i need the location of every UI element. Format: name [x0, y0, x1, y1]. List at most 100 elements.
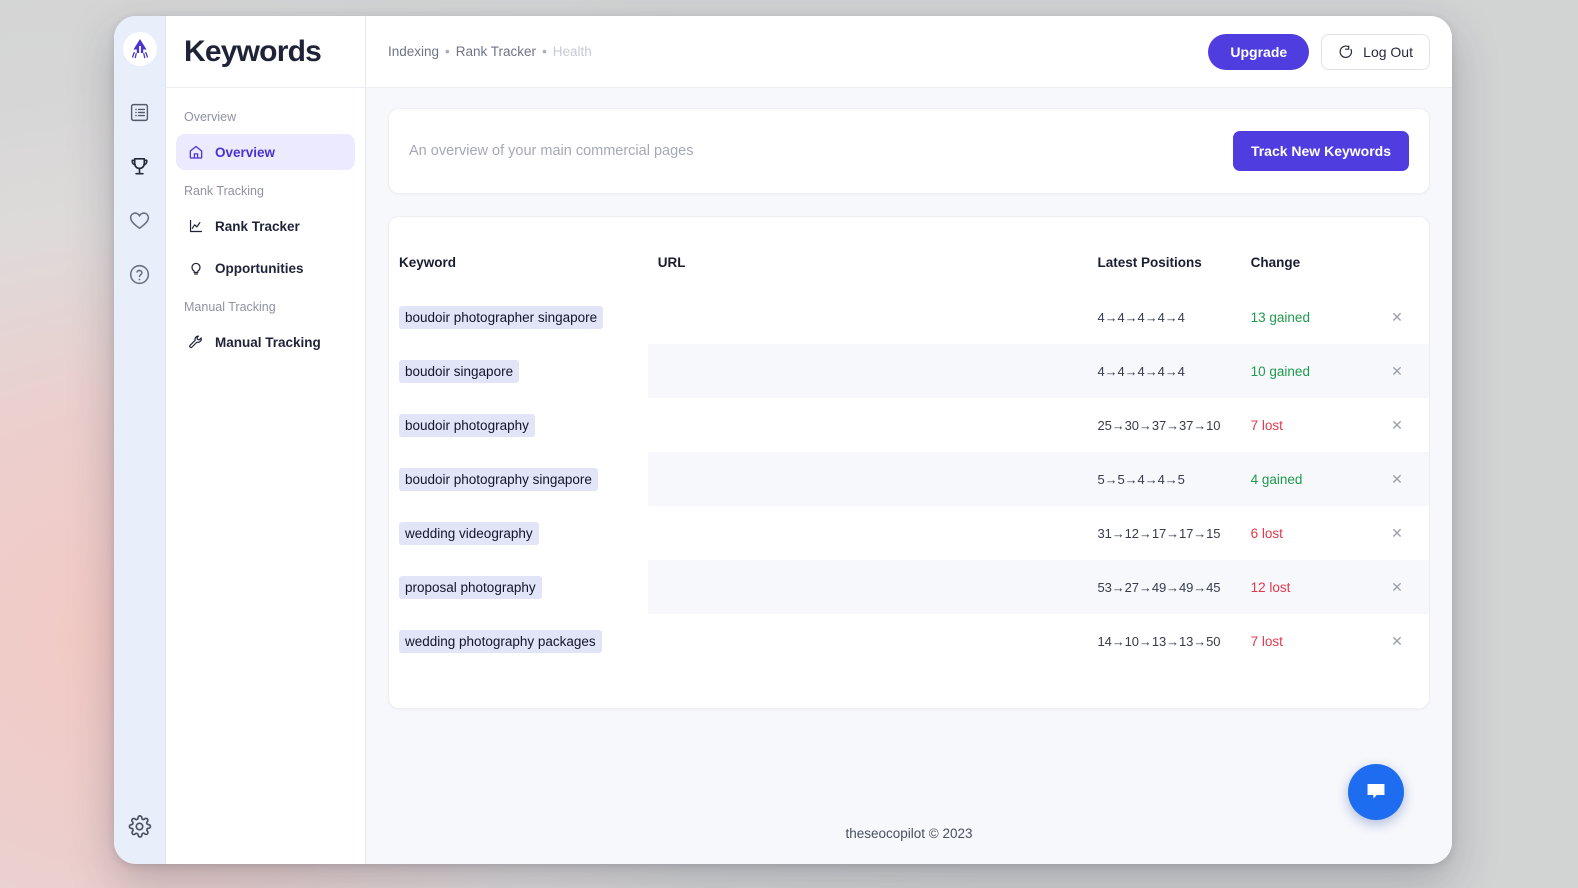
column-header-url: URL — [648, 233, 1088, 290]
cell-keyword: wedding videography — [389, 506, 648, 560]
sidebar-item-label: Overview — [215, 145, 275, 160]
wrench-icon — [188, 334, 204, 350]
breadcrumb: Indexing • Rank Tracker • Health — [388, 44, 592, 59]
cell-url — [648, 506, 1088, 560]
keyword-chip[interactable]: wedding videography — [399, 522, 539, 545]
sidebar-item-overview[interactable]: Overview — [176, 134, 355, 170]
column-header-change: Change — [1241, 233, 1376, 290]
cell-change: 13 gained — [1241, 290, 1376, 344]
keyword-chip[interactable]: boudoir singapore — [399, 360, 519, 383]
nav-section-label-manual-tracking: Manual Tracking — [176, 292, 355, 324]
cell-keyword: boudoir singapore — [389, 344, 648, 398]
cell-latest-positions: 31→12→17→17→15 — [1088, 506, 1241, 560]
keyword-chip[interactable]: wedding photography packages — [399, 630, 602, 653]
remove-keyword-button[interactable]: ✕ — [1385, 416, 1409, 434]
footer: theseocopilot © 2023 — [366, 802, 1452, 864]
cell-latest-positions: 5→5→4→4→5 — [1088, 452, 1241, 506]
logout-button-label: Log Out — [1363, 44, 1413, 60]
breadcrumb-item-health[interactable]: Health — [553, 44, 592, 59]
table-row: boudoir photography singapore 5→5→4→4→54 … — [389, 452, 1429, 506]
cell-keyword: wedding photography packages — [389, 614, 648, 668]
cell-change: 4 gained — [1241, 452, 1376, 506]
remove-keyword-button[interactable]: ✕ — [1385, 470, 1409, 488]
keyword-chip[interactable]: boudoir photographer singapore — [399, 306, 603, 329]
overview-card: An overview of your main commercial page… — [388, 108, 1430, 194]
breadcrumb-separator: • — [445, 44, 450, 59]
breadcrumb-item-rank-tracker[interactable]: Rank Tracker — [456, 44, 536, 59]
heart-icon[interactable] — [118, 198, 162, 242]
nav-section-label-rank-tracking: Rank Tracking — [176, 176, 355, 208]
sidebar-item-manual-tracking[interactable]: Manual Tracking — [176, 324, 355, 360]
cell-url — [648, 344, 1088, 398]
cell-url — [648, 614, 1088, 668]
sidebar-item-opportunities[interactable]: Opportunities — [176, 250, 355, 286]
upgrade-button[interactable]: Upgrade — [1208, 34, 1309, 70]
cell-latest-positions: 14→10→13→13→50 — [1088, 614, 1241, 668]
breadcrumb-item-indexing[interactable]: Indexing — [388, 44, 439, 59]
cell-url — [648, 560, 1088, 614]
cell-url — [648, 290, 1088, 344]
cell-actions: ✕ — [1375, 560, 1429, 614]
cell-change: 7 lost — [1241, 614, 1376, 668]
cell-keyword: proposal photography — [389, 560, 648, 614]
cell-keyword: boudoir photography — [389, 398, 648, 452]
track-new-keywords-button[interactable]: Track New Keywords — [1233, 131, 1409, 171]
cell-url — [648, 452, 1088, 506]
chat-bubble-button[interactable] — [1348, 764, 1404, 820]
table-body: boudoir photographer singapore 4→4→4→4→4 1… — [389, 290, 1429, 668]
cell-change: 6 lost — [1241, 506, 1376, 560]
cell-actions: ✕ — [1375, 398, 1429, 452]
icon-rail — [114, 16, 166, 864]
keywords-table-card: Keyword URL Latest Positions Change boud… — [388, 216, 1430, 709]
remove-keyword-button[interactable]: ✕ — [1385, 308, 1409, 326]
cell-actions: ✕ — [1375, 452, 1429, 506]
table-row: boudoir photographer singapore 4→4→4→4→4 1… — [389, 290, 1429, 344]
remove-keyword-button[interactable]: ✕ — [1385, 632, 1409, 650]
remove-keyword-button[interactable]: ✕ — [1385, 524, 1409, 542]
lightbulb-icon — [188, 260, 204, 276]
indexing-icon[interactable] — [118, 90, 162, 134]
main-column: Indexing • Rank Tracker • Health Upgrade… — [366, 16, 1452, 864]
table-row: wedding photography packages 14→10→13→13→… — [389, 614, 1429, 668]
column-header-keyword: Keyword — [389, 233, 648, 290]
change-badge: 7 lost — [1251, 634, 1283, 649]
keyword-chip[interactable]: proposal photography — [399, 576, 542, 599]
sidebar-item-label: Manual Tracking — [215, 335, 321, 350]
keyword-chip[interactable]: boudoir photography — [399, 414, 535, 437]
table-row: boudoir photography 25→30→37→37→107 lost ✕ — [389, 398, 1429, 452]
logout-button[interactable]: Log Out — [1321, 34, 1430, 70]
page-title: Keywords — [184, 35, 321, 69]
trophy-icon[interactable] — [118, 144, 162, 188]
keyword-chip[interactable]: boudoir photography singapore — [399, 468, 598, 491]
gear-icon[interactable] — [118, 804, 162, 848]
remove-keyword-button[interactable]: ✕ — [1385, 578, 1409, 596]
cell-actions: ✕ — [1375, 614, 1429, 668]
sidebar-item-rank-tracker[interactable]: Rank Tracker — [176, 208, 355, 244]
cell-keyword: boudoir photography singapore — [389, 452, 648, 506]
column-header-latest-positions: Latest Positions — [1088, 233, 1241, 290]
cell-change: 10 gained — [1241, 344, 1376, 398]
topbar-actions: Upgrade Log Out — [1208, 34, 1430, 70]
sidebar-item-label: Opportunities — [215, 261, 304, 276]
cell-latest-positions: 25→30→37→37→10 — [1088, 398, 1241, 452]
rocket-logo-icon — [123, 32, 157, 66]
help-circle-icon[interactable] — [118, 252, 162, 296]
cell-actions: ✕ — [1375, 344, 1429, 398]
chart-line-icon — [188, 218, 204, 234]
cell-latest-positions: 4→4→4→4→4 — [1088, 290, 1241, 344]
table-header: Keyword URL Latest Positions Change — [389, 233, 1429, 290]
remove-keyword-button[interactable]: ✕ — [1385, 362, 1409, 380]
table-header-row: Keyword URL Latest Positions Change — [389, 233, 1429, 290]
content-area: An overview of your main commercial page… — [366, 88, 1452, 802]
app-window: Keywords Overview Overview Rank Tracking — [114, 16, 1452, 864]
table-row: proposal photography 53→27→49→49→4512 los… — [389, 560, 1429, 614]
change-badge: 13 gained — [1251, 310, 1310, 325]
cell-actions: ✕ — [1375, 506, 1429, 560]
cell-change: 12 lost — [1241, 560, 1376, 614]
change-badge: 6 lost — [1251, 526, 1283, 541]
change-badge: 10 gained — [1251, 364, 1310, 379]
cell-latest-positions: 53→27→49→49→45 — [1088, 560, 1241, 614]
cell-change: 7 lost — [1241, 398, 1376, 452]
sidebar-item-label: Rank Tracker — [215, 219, 300, 234]
nav-section-label-overview: Overview — [176, 102, 355, 134]
